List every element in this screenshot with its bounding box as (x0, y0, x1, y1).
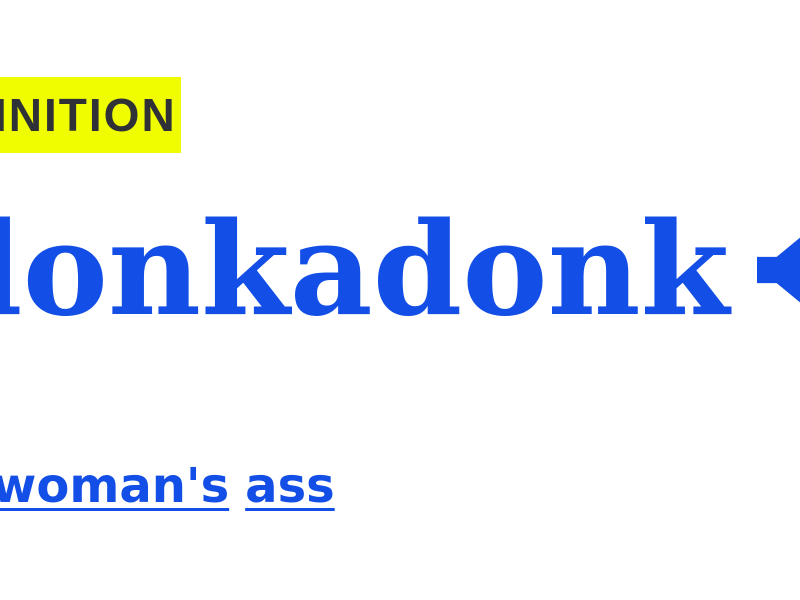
defined-word-link[interactable]: lonkadonk (0, 206, 729, 334)
definition-label: INITION (0, 89, 177, 141)
speaker-icon[interactable] (757, 222, 800, 318)
meaning-line: woman's ass (0, 462, 335, 510)
definition-label-badge: INITION (0, 77, 181, 153)
meaning-link-ass[interactable]: ass (245, 458, 335, 514)
meaning-link-womans[interactable]: woman's (0, 458, 229, 514)
word-row: lonkadonk (0, 200, 800, 340)
definition-card: INITION lonkadonk woman's ass (0, 0, 800, 600)
